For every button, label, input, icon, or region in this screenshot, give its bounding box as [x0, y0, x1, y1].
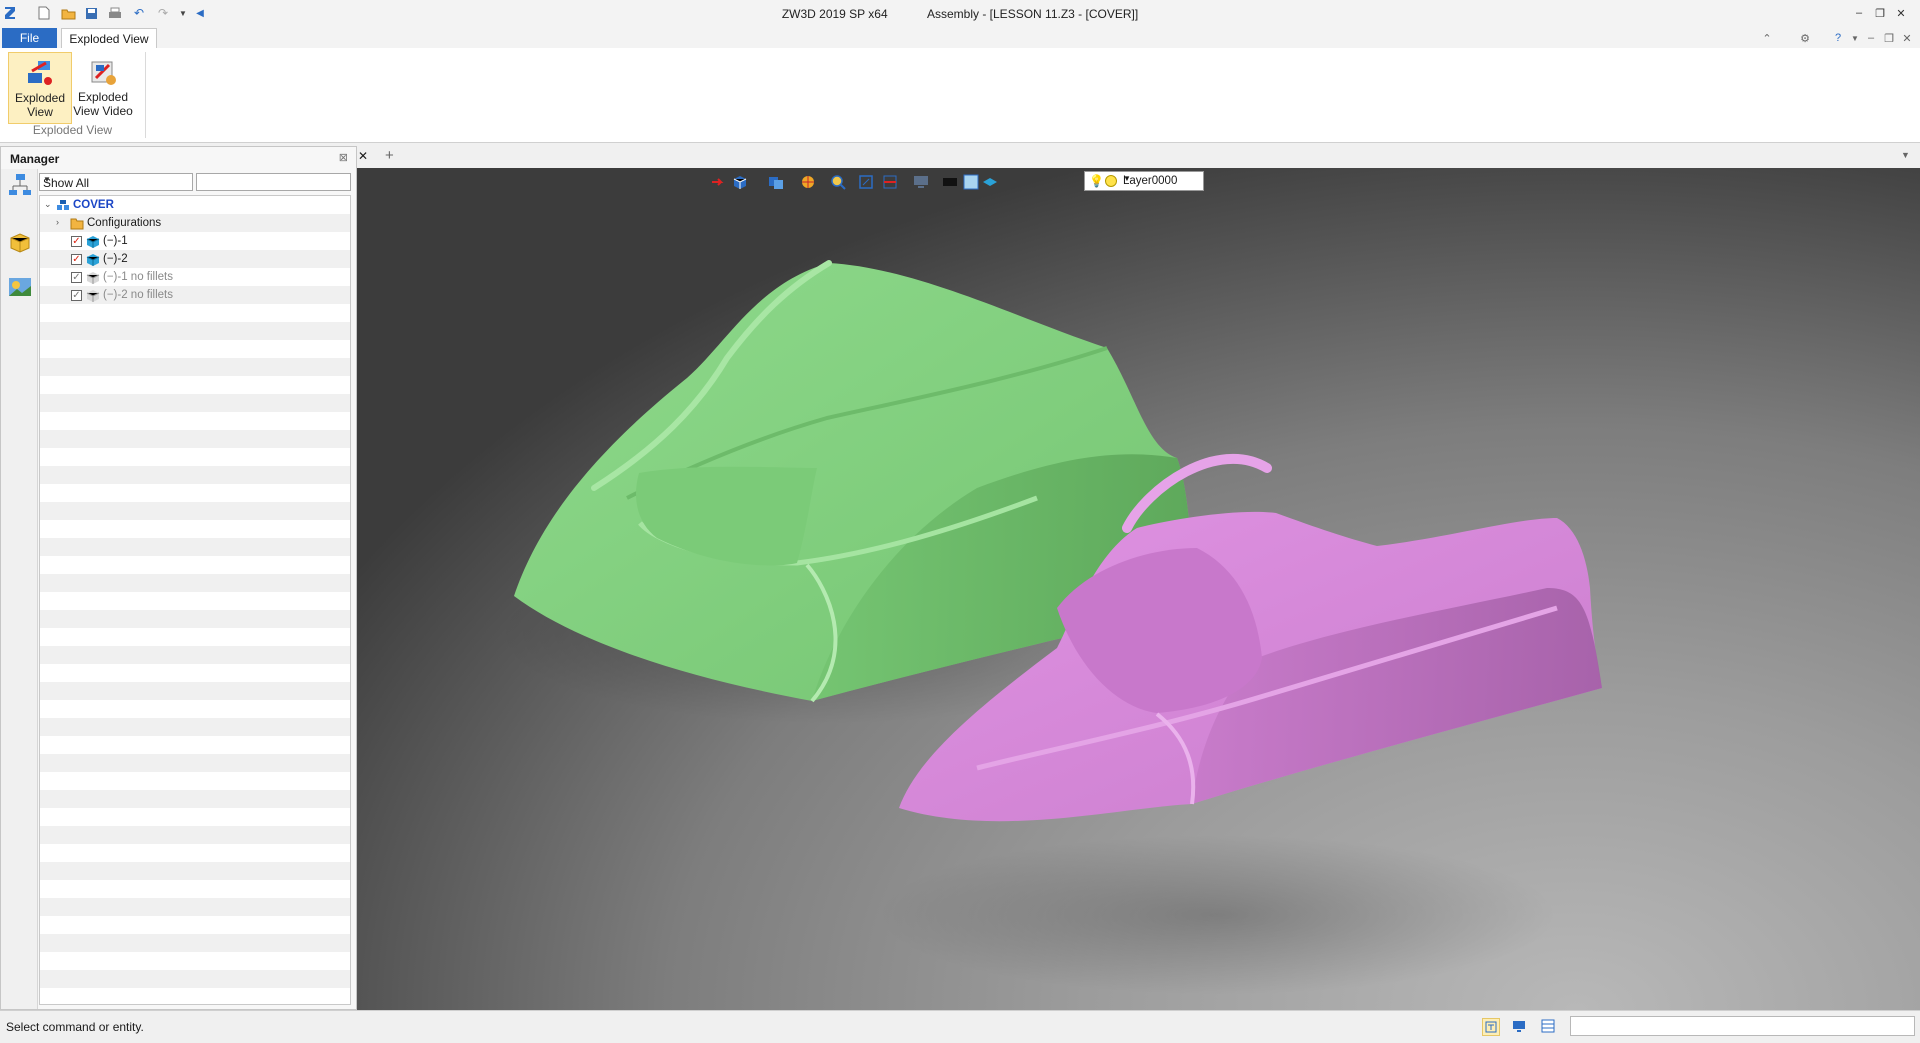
exploded-view-video-button[interactable]: Exploded View Video — [72, 52, 134, 122]
ribbon-group-separator — [145, 52, 146, 138]
part-cube-icon — [86, 253, 100, 266]
exploded-view-video-icon — [87, 56, 119, 88]
manager-close-icon[interactable]: ⊠ — [339, 151, 348, 164]
visibility-checkbox[interactable]: ✓ — [71, 272, 82, 283]
tree-item-label: Configurations — [87, 217, 162, 229]
tree-item-label: (−)-2 no fillets — [103, 289, 173, 301]
collapse-ribbon-icon[interactable]: ⌃ — [1759, 30, 1775, 46]
chevron-down-icon: ▼ — [43, 175, 51, 184]
tree-item-configurations[interactable]: › Configurations — [40, 215, 350, 233]
doc-close-icon[interactable]: ✕ — [1899, 30, 1915, 46]
manager-side-toolbar — [1, 169, 38, 1009]
restore-icon[interactable]: ❐ — [1873, 6, 1887, 20]
assembly-tree: ⌄ COVER › Configurations ✓ (−)-1 ✓ (−)-2… — [39, 195, 351, 1005]
assembly-tree-icon[interactable] — [8, 173, 32, 197]
ribbon-tab-bar: File Exploded View ⌃ ⚙ ? ▼ – ❐ ✕ — [0, 28, 1920, 49]
visibility-checkbox[interactable]: ✓ — [71, 254, 82, 265]
exploded-view-video-label: Exploded View Video — [73, 90, 133, 118]
folder-icon — [70, 217, 84, 230]
tree-item-label: (−)-1 — [103, 235, 128, 247]
ribbon: Exploded View Exploded View Video Explod… — [0, 48, 1920, 143]
tree-item-part-1-no-fillets[interactable]: ✓ (−)-1 no fillets — [40, 269, 350, 287]
manager-header: Manager ⊠ — [1, 147, 356, 169]
tree-item-part-2-no-fillets[interactable]: ✓ (−)-2 no fillets — [40, 287, 350, 305]
visibility-checkbox[interactable]: ✓ — [71, 236, 82, 247]
gear-icon[interactable]: ⚙ — [1797, 30, 1813, 46]
new-tab-icon[interactable]: + — [385, 147, 394, 164]
help-icon[interactable]: ? — [1830, 30, 1846, 46]
manager-title: Manager — [10, 152, 60, 166]
part-cube-icon — [86, 289, 100, 302]
visibility-checkbox[interactable]: ✓ — [71, 290, 82, 301]
status-window-icon[interactable] — [1540, 1018, 1558, 1036]
doc-restore-icon[interactable]: ❐ — [1881, 30, 1897, 46]
3d-viewport[interactable]: 💡 Layer0000 ▼ — [357, 168, 1920, 1010]
tab-list-icon[interactable]: ▼ — [1901, 150, 1910, 160]
title-bar: ↶ ↷ ▼ ◀ ZW3D 2019 SP x64 Assembly - [LES… — [0, 0, 1920, 28]
tree-item-label: (−)-2 — [103, 253, 128, 265]
document-tab-bar: ✕ + ▼ — [357, 146, 1920, 169]
tree-item-cover[interactable]: ⌄ COVER — [40, 197, 350, 215]
status-message: Select command or entity. — [6, 1020, 144, 1034]
tab-file[interactable]: File — [2, 28, 57, 48]
tab-exploded-view[interactable]: Exploded View — [61, 28, 157, 49]
visual-manager-icon[interactable] — [8, 275, 32, 299]
command-input[interactable] — [1570, 1016, 1915, 1036]
tree-item-label: (−)-1 no fillets — [103, 271, 173, 283]
ribbon-group-label: Exploded View — [32, 123, 113, 137]
close-tab-icon[interactable]: ✕ — [358, 149, 368, 163]
tree-item-part-1[interactable]: ✓ (−)-1 — [40, 233, 350, 251]
exploded-view-icon — [24, 57, 56, 89]
minimize-icon[interactable]: – — [1852, 6, 1866, 20]
assembly-icon — [56, 199, 70, 212]
document-title: Assembly - [LESSON 11.Z3 - [COVER]] — [927, 7, 1139, 21]
manager-panel: Manager ⊠ Show All ▼ ⌄ COVER › Configura… — [0, 146, 357, 1010]
help-dropdown-icon[interactable]: ▼ — [1847, 30, 1863, 46]
filter-dropdown[interactable]: Show All ▼ — [39, 173, 193, 191]
status-mode-tree-icon[interactable] — [1482, 1018, 1500, 1036]
close-icon[interactable]: ✕ — [1894, 6, 1908, 20]
tree-item-part-2[interactable]: ✓ (−)-2 — [40, 251, 350, 269]
doc-minimize-icon[interactable]: – — [1863, 30, 1879, 46]
part-library-icon[interactable] — [8, 231, 32, 255]
part-cube-icon — [86, 271, 100, 284]
collapse-icon[interactable]: ⌄ — [44, 199, 52, 210]
expand-icon[interactable]: › — [56, 217, 59, 227]
tree-item-label: COVER — [73, 199, 114, 211]
tree-search-input[interactable] — [196, 173, 351, 191]
exploded-view-label: Exploded View — [14, 91, 66, 119]
app-title: ZW3D 2019 SP x64 — [781, 7, 888, 21]
window-title: ZW3D 2019 SP x64 Assembly - [LESSON 11.Z… — [0, 7, 1920, 21]
model-canvas — [497, 260, 1602, 995]
status-bar: Select command or entity. — [0, 1010, 1920, 1043]
exploded-view-button[interactable]: Exploded View — [8, 52, 72, 124]
part-2-shadow — [877, 835, 1557, 995]
part-cube-icon — [86, 235, 100, 248]
status-display-icon[interactable] — [1511, 1018, 1529, 1036]
